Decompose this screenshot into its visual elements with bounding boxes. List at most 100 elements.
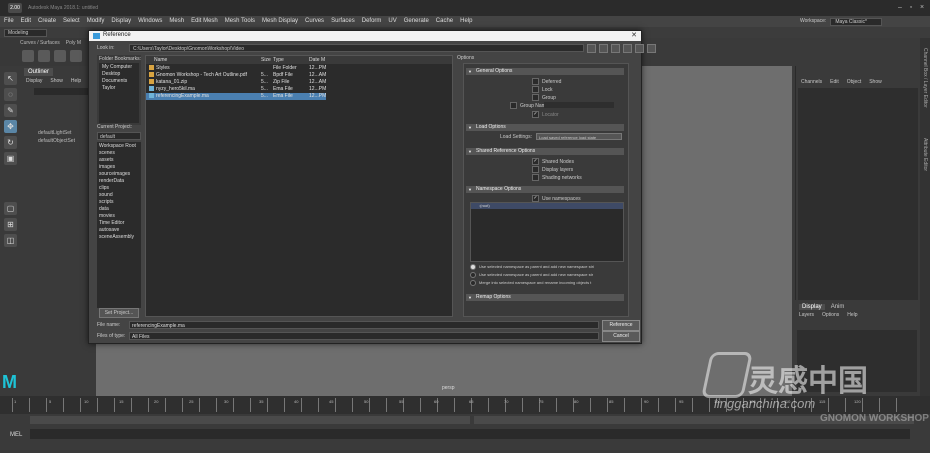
- menu-display[interactable]: Display: [111, 18, 131, 24]
- outliner-menu-show[interactable]: Show: [50, 78, 63, 84]
- set-project-button[interactable]: Set Project...: [99, 308, 139, 318]
- group-checkbox[interactable]: Group: [532, 94, 556, 101]
- namespace-option-radio[interactable]: Use selected namespace as parent and add…: [470, 272, 593, 278]
- load-options-section[interactable]: Load Options: [466, 124, 624, 131]
- channel-list[interactable]: [798, 88, 918, 300]
- locator-checkbox[interactable]: Locator: [532, 111, 559, 118]
- rotate-tool-icon[interactable]: ↻: [4, 136, 17, 149]
- project-dir-item[interactable]: scenes: [99, 150, 115, 156]
- col-date[interactable]: Date M: [309, 57, 325, 63]
- outliner-item[interactable]: defaultLightSet: [38, 130, 71, 136]
- tab-anim[interactable]: Anim: [831, 304, 845, 310]
- remap-options-section[interactable]: Remap Options: [466, 294, 624, 301]
- forward-icon[interactable]: [599, 44, 608, 53]
- layout-four-icon[interactable]: ⊞: [4, 218, 17, 231]
- poly-plane-icon[interactable]: [22, 50, 34, 62]
- menu-deform[interactable]: Deform: [362, 18, 382, 24]
- project-dir-item[interactable]: sourceimages: [99, 171, 130, 177]
- project-dir-item[interactable]: assets: [99, 157, 113, 163]
- outliner-menu-help[interactable]: Help: [71, 78, 81, 84]
- menu-select[interactable]: Select: [63, 18, 80, 24]
- detail-view-icon[interactable]: [647, 44, 656, 53]
- lock-checkbox[interactable]: Lock: [532, 86, 553, 93]
- channel-menu-object[interactable]: Object: [847, 79, 861, 85]
- display-layers-checkbox[interactable]: Display layers: [532, 166, 573, 173]
- menu-file[interactable]: File: [4, 18, 14, 24]
- menu-help[interactable]: Help: [460, 18, 472, 24]
- project-dir-item[interactable]: sound: [99, 192, 113, 198]
- shading-networks-checkbox[interactable]: Shading networks: [532, 174, 582, 181]
- col-type[interactable]: Type: [273, 57, 284, 63]
- range-bar[interactable]: [30, 416, 470, 424]
- project-dir-item[interactable]: clips: [99, 185, 109, 191]
- shelf-tab[interactable]: Poly M: [66, 40, 81, 46]
- minimize-icon[interactable]: –: [896, 4, 904, 12]
- menu-mesh-tools[interactable]: Mesh Tools: [225, 18, 255, 24]
- file-row[interactable]: Styles File Folder 12...PM: [146, 65, 326, 72]
- paint-tool-icon[interactable]: ✎: [4, 104, 17, 117]
- project-dir-item[interactable]: images: [99, 164, 115, 170]
- outliner-item[interactable]: defaultObjectSet: [38, 138, 75, 144]
- back-icon[interactable]: [587, 44, 596, 53]
- menu-surfaces[interactable]: Surfaces: [331, 18, 355, 24]
- menu-mesh[interactable]: Mesh: [169, 18, 184, 24]
- cancel-button[interactable]: Cancel: [602, 331, 640, 342]
- menu-modify[interactable]: Modify: [87, 18, 105, 24]
- file-row[interactable]: katana_01.zip 5... Zip File 12...AM: [146, 79, 326, 86]
- deferred-checkbox[interactable]: Deferred: [532, 78, 561, 85]
- channel-menu-channels[interactable]: Channels: [801, 79, 822, 85]
- file-type-dropdown[interactable]: All Files: [129, 332, 599, 340]
- namespace-options-section[interactable]: Namespace Options: [466, 186, 624, 193]
- look-in-path[interactable]: C:\Users\Taylor\Desktop\GnomonWorkshop\V…: [129, 44, 584, 52]
- project-dir-item[interactable]: autosave: [99, 227, 119, 233]
- use-namespaces-checkbox[interactable]: Use namespaces: [532, 195, 581, 202]
- tab-display[interactable]: Display: [799, 304, 825, 310]
- file-row[interactable]: nyzy_hero5kil.ma 5... Ema File 12...PM: [146, 86, 326, 93]
- menu-edit[interactable]: Edit: [21, 18, 31, 24]
- bookmark-item[interactable]: Taylor: [102, 85, 115, 91]
- layers-menu-options[interactable]: Options: [822, 312, 839, 318]
- layout-single-icon[interactable]: ▢: [4, 202, 17, 215]
- dialog-close-icon[interactable]: ✕: [631, 31, 637, 39]
- project-dir-item[interactable]: movies: [99, 213, 115, 219]
- shelf-tab[interactable]: Curves / Surfaces: [20, 40, 60, 46]
- group-name-field[interactable]: [544, 102, 614, 108]
- namespace-root-row[interactable]: :(root): [471, 203, 623, 209]
- layers-menu-layers[interactable]: Layers: [799, 312, 814, 318]
- bookmark-item[interactable]: Desktop: [102, 71, 120, 77]
- move-tool-icon[interactable]: ✥: [4, 120, 17, 133]
- menu-uv[interactable]: UV: [388, 18, 396, 24]
- menu-create[interactable]: Create: [38, 18, 56, 24]
- outliner-menu-display[interactable]: Display: [26, 78, 42, 84]
- shared-nodes-checkbox[interactable]: Shared Nodes: [532, 158, 574, 165]
- project-dir-item[interactable]: scripts: [99, 199, 113, 205]
- close-icon[interactable]: ×: [918, 4, 926, 12]
- poly-sphere-icon[interactable]: [38, 50, 50, 62]
- project-dir-item[interactable]: Workspace Root: [99, 143, 136, 149]
- shared-reference-section[interactable]: Shared Reference Options: [466, 148, 624, 155]
- layers-menu-help[interactable]: Help: [847, 312, 857, 318]
- menu-edit-mesh[interactable]: Edit Mesh: [191, 18, 218, 24]
- bookmark-item[interactable]: Documents: [102, 78, 127, 84]
- side-tab-channel-box[interactable]: Channel Box / Layer Editor: [922, 48, 928, 108]
- channel-menu-edit[interactable]: Edit: [830, 79, 839, 85]
- bookmark-item[interactable]: My Computer: [102, 64, 132, 70]
- channel-menu-show[interactable]: Show: [869, 79, 882, 85]
- col-size[interactable]: Size: [261, 57, 271, 63]
- file-row[interactable]: referencingExample.ma 5... Ema File 12...PM: [146, 93, 326, 100]
- reference-button[interactable]: Reference: [602, 320, 640, 331]
- menu-curves[interactable]: Curves: [305, 18, 324, 24]
- workspace-value[interactable]: Maya Classic*: [830, 18, 882, 26]
- project-dir-item[interactable]: data: [99, 206, 109, 212]
- poly-tool-icon[interactable]: [70, 50, 82, 62]
- namespace-tree[interactable]: :(root): [470, 202, 624, 262]
- menu-mesh-display[interactable]: Mesh Display: [262, 18, 298, 24]
- project-dir-item[interactable]: renderData: [99, 178, 124, 184]
- maximize-icon[interactable]: ▫: [907, 4, 915, 12]
- menu-generate[interactable]: Generate: [404, 18, 429, 24]
- list-view-icon[interactable]: [635, 44, 644, 53]
- namespace-option-radio[interactable]: Use selected namespace as parent and add…: [470, 264, 594, 270]
- outliner-search-input[interactable]: [34, 88, 90, 95]
- general-options-section[interactable]: General Options: [466, 68, 624, 75]
- load-settings-dropdown[interactable]: Load saved reference load state: [536, 133, 622, 140]
